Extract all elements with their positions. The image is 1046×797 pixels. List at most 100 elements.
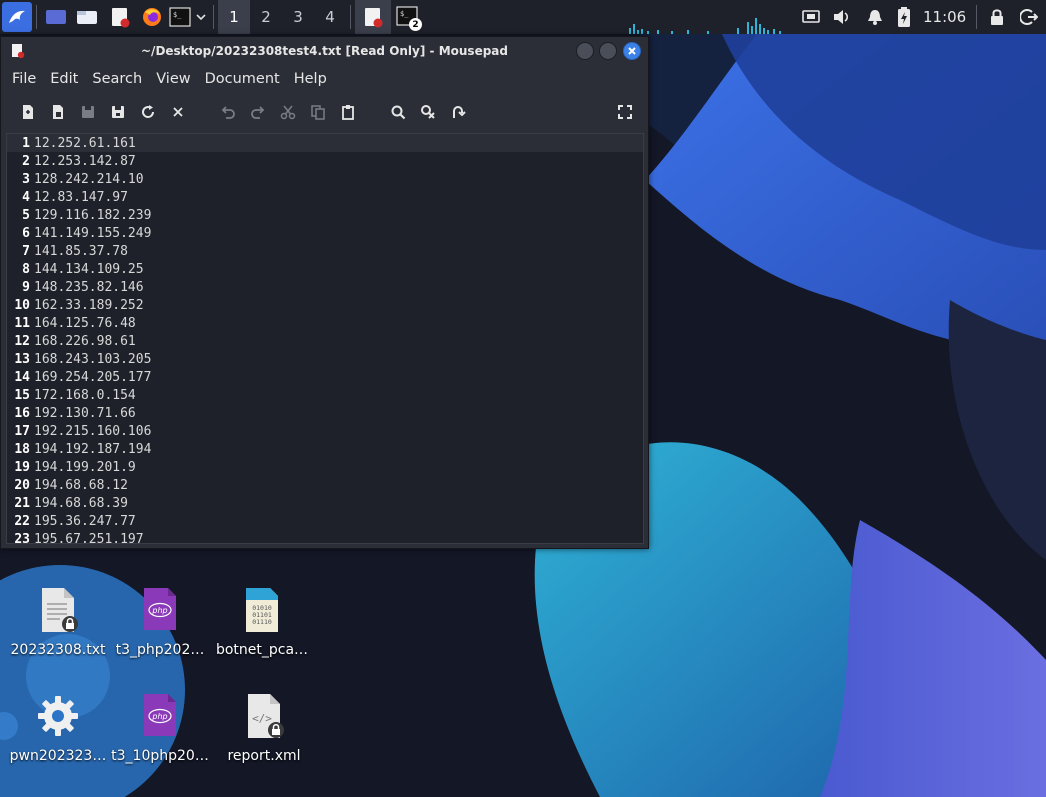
desktop-icon-pwn[interactable]: pwn202323… xyxy=(6,692,110,764)
paste-button[interactable] xyxy=(333,97,363,127)
line-text[interactable]: 192.130.71.66 xyxy=(34,406,136,421)
editor-line[interactable]: 9 148.235.82.146 xyxy=(7,278,643,296)
editor-line[interactable]: 15 172.168.0.154 xyxy=(7,386,643,404)
editor-line[interactable]: 8 144.134.109.25 xyxy=(7,260,643,278)
find-replace-button[interactable] xyxy=(413,97,443,127)
svg-text:</>: </> xyxy=(252,712,272,725)
line-text[interactable]: 194.68.68.39 xyxy=(34,496,128,511)
line-text[interactable]: 169.254.205.177 xyxy=(34,370,151,385)
line-text[interactable]: 194.199.201.9 xyxy=(34,460,136,475)
editor-line[interactable]: 18 194.192.187.194 xyxy=(7,440,643,458)
cut-button[interactable] xyxy=(273,97,303,127)
line-text[interactable]: 172.168.0.154 xyxy=(34,388,136,403)
line-text[interactable]: 144.134.109.25 xyxy=(34,262,144,277)
volume-button[interactable] xyxy=(825,0,859,34)
power-manager-button[interactable] xyxy=(891,0,917,34)
editor-line[interactable]: 14 169.254.205.177 xyxy=(7,368,643,386)
editor-line[interactable]: 6 141.149.155.249 xyxy=(7,224,643,242)
minimize-button[interactable] xyxy=(576,42,594,60)
editor-line[interactable]: 12 168.226.98.61 xyxy=(7,332,643,350)
editor-line[interactable]: 20 194.68.68.12 xyxy=(7,476,643,494)
kali-menu-button[interactable] xyxy=(2,2,32,32)
find-button[interactable] xyxy=(383,97,413,127)
text-editor-area[interactable]: 1 12.252.61.161 2 12.253.142.87 3 128.242.214… xyxy=(6,133,644,544)
goto-line-button[interactable] xyxy=(443,97,473,127)
menu-file[interactable]: File xyxy=(5,71,43,87)
maximize-button[interactable] xyxy=(599,42,617,60)
editor-line[interactable]: 4 12.83.147.97 xyxy=(7,188,643,206)
workspace-4[interactable]: 4 xyxy=(314,0,346,34)
save-as-button[interactable] xyxy=(103,97,133,127)
desktop-icon-txt[interactable]: 20232308.txt xyxy=(6,586,110,658)
save-button[interactable] xyxy=(73,97,103,127)
line-text[interactable]: 195.67.251.197 xyxy=(34,532,144,544)
reload-button[interactable] xyxy=(133,97,163,127)
line-text[interactable]: 148.235.82.146 xyxy=(34,280,144,295)
line-text[interactable]: 194.192.187.194 xyxy=(34,442,151,457)
show-desktop-button[interactable] xyxy=(41,0,71,34)
editor-line[interactable]: 3 128.242.214.10 xyxy=(7,170,643,188)
menu-view[interactable]: View xyxy=(149,71,197,87)
line-text[interactable]: 141.85.37.78 xyxy=(34,244,128,259)
display-button[interactable] xyxy=(797,0,825,34)
window-titlebar[interactable]: ~/Desktop/20232308test4.txt [Read Only] … xyxy=(1,37,648,65)
workspace-3[interactable]: 3 xyxy=(282,0,314,34)
task-mousepad[interactable] xyxy=(355,0,391,34)
editor-line[interactable]: 17 192.215.160.106 xyxy=(7,422,643,440)
editor-line[interactable]: 10 162.33.189.252 xyxy=(7,296,643,314)
new-window-button[interactable] xyxy=(43,97,73,127)
desktop-icon-php-2[interactable]: php t3_10php20… xyxy=(108,692,212,764)
editor-line[interactable]: 21 194.68.68.39 xyxy=(7,494,643,512)
fullscreen-button[interactable] xyxy=(610,97,640,127)
line-text[interactable]: 129.116.182.239 xyxy=(34,208,151,223)
copy-button[interactable] xyxy=(303,97,333,127)
desktop-icon-php[interactable]: php t3_php202… xyxy=(108,586,212,658)
editor-line[interactable]: 5 129.116.182.239 xyxy=(7,206,643,224)
line-text[interactable]: 195.36.247.77 xyxy=(34,514,136,529)
browser-launcher[interactable] xyxy=(137,0,167,34)
menu-edit[interactable]: Edit xyxy=(43,71,85,87)
redo-button[interactable] xyxy=(243,97,273,127)
terminal-launcher[interactable]: $_ xyxy=(167,0,193,34)
launcher-dropdown[interactable] xyxy=(193,0,209,34)
line-text[interactable]: 141.149.155.249 xyxy=(34,226,151,241)
close-tab-button[interactable] xyxy=(163,97,193,127)
xml-file-locked-icon: </> xyxy=(248,694,284,738)
editor-line[interactable]: 7 141.85.37.78 xyxy=(7,242,643,260)
line-text[interactable]: 12.83.147.97 xyxy=(34,190,128,205)
line-text[interactable]: 192.215.160.106 xyxy=(34,424,151,439)
editor-line[interactable]: 13 168.243.103.205 xyxy=(7,350,643,368)
close-button[interactable] xyxy=(623,42,641,60)
editor-line[interactable]: 1 12.252.61.161 xyxy=(7,134,643,152)
editor-line[interactable]: 23 195.67.251.197 xyxy=(7,530,643,544)
new-document-button[interactable] xyxy=(13,97,43,127)
workspace-2[interactable]: 2 xyxy=(250,0,282,34)
line-text[interactable]: 12.252.61.161 xyxy=(34,136,136,151)
text-editor-launcher[interactable] xyxy=(103,0,137,34)
menu-help[interactable]: Help xyxy=(287,71,334,87)
editor-line[interactable]: 22 195.36.247.77 xyxy=(7,512,643,530)
line-text[interactable]: 164.125.76.48 xyxy=(34,316,136,331)
editor-line[interactable]: 2 12.253.142.87 xyxy=(7,152,643,170)
line-text[interactable]: 168.243.103.205 xyxy=(34,352,151,367)
file-manager-launcher[interactable] xyxy=(71,0,103,34)
line-text[interactable]: 194.68.68.12 xyxy=(34,478,128,493)
desktop-icon-pcap[interactable]: 01010 01101 01110 botnet_pca… xyxy=(210,586,314,658)
task-terminal[interactable]: $_ 2 xyxy=(391,0,425,34)
line-text[interactable]: 12.253.142.87 xyxy=(34,154,136,169)
undo-button[interactable] xyxy=(213,97,243,127)
line-text[interactable]: 162.33.189.252 xyxy=(34,298,144,313)
menu-document[interactable]: Document xyxy=(198,71,287,87)
logout-button[interactable] xyxy=(1013,0,1045,34)
editor-line[interactable]: 16 192.130.71.66 xyxy=(7,404,643,422)
notifications-button[interactable] xyxy=(859,0,891,34)
line-text[interactable]: 128.242.214.10 xyxy=(34,172,144,187)
workspace-1[interactable]: 1 xyxy=(218,0,250,34)
desktop-icon-xml[interactable]: </> report.xml xyxy=(212,692,316,764)
clock[interactable]: 11:06 xyxy=(917,8,972,26)
editor-line[interactable]: 19 194.199.201.9 xyxy=(7,458,643,476)
menu-search[interactable]: Search xyxy=(85,71,149,87)
line-text[interactable]: 168.226.98.61 xyxy=(34,334,136,349)
editor-line[interactable]: 11 164.125.76.48 xyxy=(7,314,643,332)
lock-screen-button[interactable] xyxy=(981,0,1013,34)
